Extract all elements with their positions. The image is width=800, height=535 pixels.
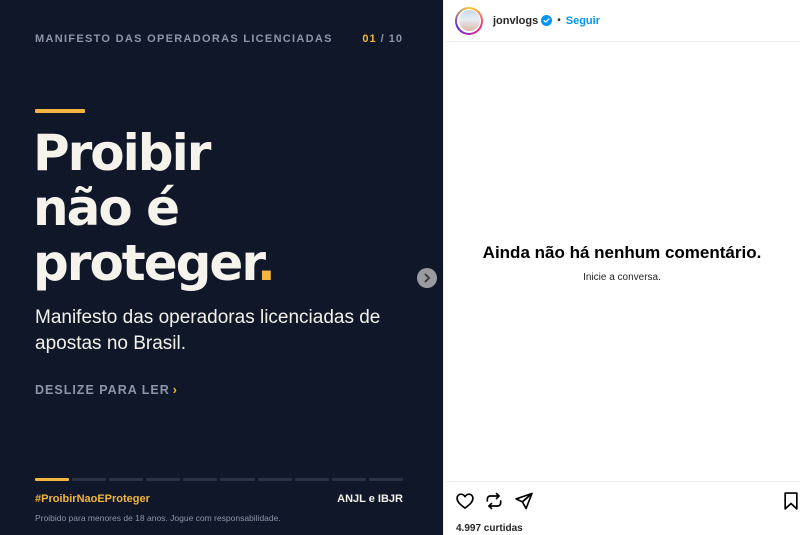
chevron-right-icon bbox=[424, 273, 430, 283]
progress-segment bbox=[331, 478, 366, 481]
slide-counter: 01 / 10 bbox=[362, 33, 403, 45]
progress-segment bbox=[257, 478, 292, 481]
send-icon[interactable] bbox=[514, 491, 534, 511]
progress-segment bbox=[368, 478, 403, 481]
slide-kicker: MANIFESTO DAS OPERADORAS LICENCIADAS bbox=[35, 33, 333, 45]
chevron-right-small-icon: › bbox=[172, 383, 178, 397]
headline-line-3: proteger bbox=[33, 234, 259, 292]
avatar-image bbox=[458, 10, 480, 31]
heart-icon[interactable] bbox=[455, 491, 475, 511]
header-separator: • bbox=[557, 15, 561, 26]
slide-progress bbox=[35, 478, 403, 481]
progress-segment bbox=[183, 478, 218, 481]
post-panel: jonvlogs • Seguir Ainda não há nenhum co… bbox=[443, 0, 800, 535]
progress-segment bbox=[72, 478, 107, 481]
headline-line-2: não é bbox=[33, 179, 180, 237]
avatar[interactable] bbox=[455, 6, 483, 35]
progress-segment bbox=[109, 478, 144, 481]
username-link[interactable]: jonvlogs bbox=[493, 15, 538, 27]
swipe-hint-label: DESLIZE PARA LER bbox=[35, 383, 170, 397]
verified-badge-icon bbox=[541, 15, 553, 26]
slide-subhead: Manifesto das operadoras licenciadas de … bbox=[35, 307, 381, 354]
headline-dot: . bbox=[256, 234, 276, 292]
slide-header: MANIFESTO DAS OPERADORAS LICENCIADAS 01 … bbox=[35, 33, 403, 45]
slide-hashtag: #ProibirNaoEProteger bbox=[35, 493, 150, 505]
slide-orgs: ANJL e IBJR bbox=[337, 493, 403, 505]
progress-segment bbox=[294, 478, 329, 481]
progress-segment bbox=[220, 478, 255, 481]
slide-disclaimer: Proibido para menores de 18 anos. Jogue … bbox=[35, 513, 281, 523]
likes-count[interactable]: 4.997 curtidas bbox=[456, 523, 523, 534]
post-actions: 4.997 curtidas bbox=[444, 481, 800, 535]
bookmark-icon[interactable] bbox=[781, 491, 800, 511]
carousel-slide: MANIFESTO DAS OPERADORAS LICENCIADAS 01 … bbox=[0, 0, 443, 535]
slide-counter-current: 01 bbox=[362, 33, 377, 45]
slide-headline: Proibir não é proteger. bbox=[33, 126, 433, 291]
headline-line-1: Proibir bbox=[33, 124, 211, 182]
next-slide-button[interactable] bbox=[417, 268, 437, 288]
progress-segment bbox=[35, 478, 70, 481]
post-header: jonvlogs • Seguir bbox=[444, 0, 800, 42]
slide-counter-total: / 10 bbox=[380, 33, 403, 45]
comments-empty-state: Ainda não há nenhum comentário. Inicie a… bbox=[444, 243, 800, 283]
accent-rule bbox=[35, 109, 85, 113]
follow-button[interactable]: Seguir bbox=[566, 15, 600, 27]
empty-comments-title: Ainda não há nenhum comentário. bbox=[482, 243, 762, 262]
progress-segment bbox=[146, 478, 181, 481]
swipe-hint: DESLIZE PARA LER › bbox=[35, 383, 178, 397]
empty-comments-subtitle: Inicie a conversa. bbox=[583, 272, 661, 283]
repost-icon[interactable] bbox=[484, 491, 504, 511]
